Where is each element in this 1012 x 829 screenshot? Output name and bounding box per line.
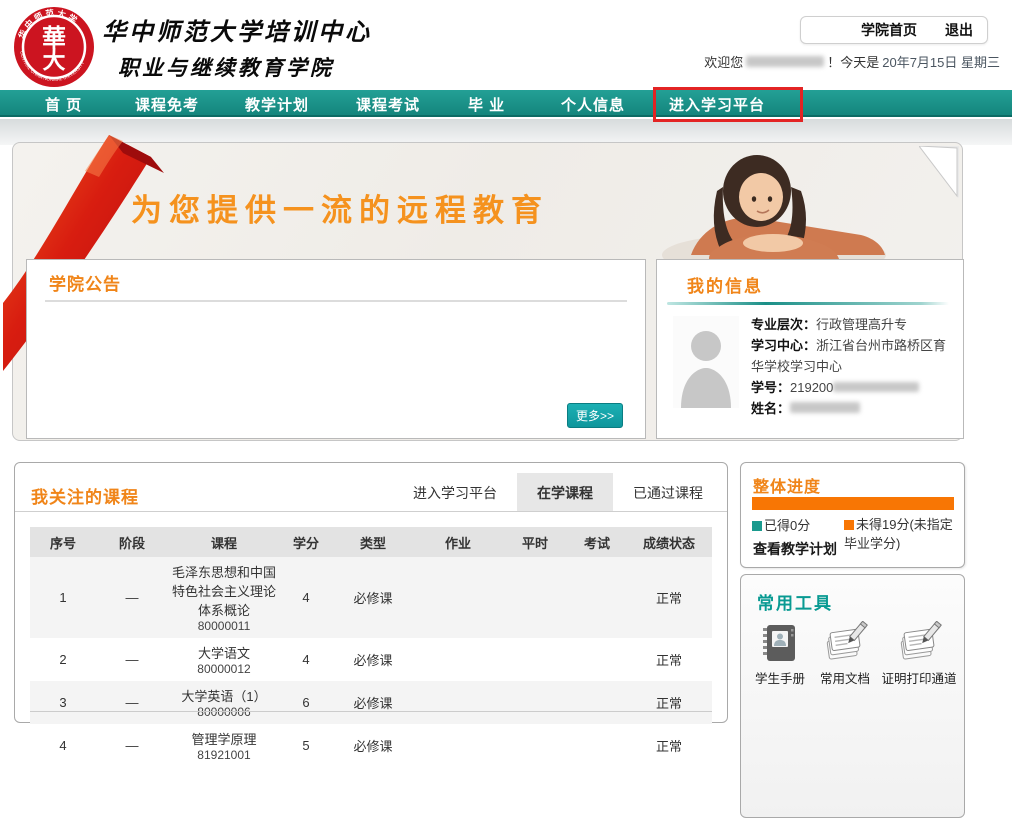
nav-item-exams[interactable]: 课程考试 [356, 94, 420, 115]
exam-cell [568, 638, 626, 681]
tool-label: 证明打印通道 [881, 668, 956, 687]
course-name: 管理学原理 [170, 729, 278, 748]
homework-cell [414, 681, 502, 724]
usual-cell [502, 638, 568, 681]
exam-cell [568, 557, 626, 638]
nav-item-teach-plan[interactable]: 教学计划 [245, 94, 309, 115]
portal-page: 華 大 华 中 师 范 大 学 CENTRAL CHINA NORMAL UNI… [0, 0, 1012, 829]
avatar-placeholder [673, 316, 739, 408]
exam-cell [568, 724, 626, 767]
my-info-panel: 我的信息 专业层次：行政管理高升专 学习中心：浙江省台州市路桥区育华学校学习中心… [656, 259, 964, 439]
tab-passed-courses[interactable]: 已通过课程 [613, 473, 723, 511]
more-button[interactable]: 更多>> [567, 403, 623, 428]
tool-certificate-print[interactable]: 证明打印通道 [877, 621, 961, 687]
status-cell: 正常 [626, 681, 712, 724]
welcome-line: 欢迎您 ！今天是 20年7月15日 星期三 [704, 52, 1000, 71]
welcome-prefix: 欢迎您 [704, 52, 743, 71]
course-name: 大学英语（1） [170, 686, 278, 705]
announcements-title: 学院公告 [49, 270, 121, 295]
course-code: 80000011 [170, 619, 278, 633]
courses-title: 我关注的课程 [31, 483, 139, 508]
table-row: 1— 毛泽东思想和中国特色社会主义理论体系概论80000011 4必修课 正常 [30, 557, 712, 638]
homework-cell [414, 638, 502, 681]
nav-item-home[interactable]: 首 页 [45, 94, 82, 115]
banner-headline: 为您提供一流的远程教育 [131, 185, 549, 230]
table-row: 2— 大学语文80000012 4必修课 正常 [30, 638, 712, 681]
my-info-title: 我的信息 [687, 272, 763, 297]
top-links-box: 学院首页 退出 [800, 16, 988, 44]
tool-common-docs[interactable]: 常用文档 [813, 621, 877, 687]
progress-panel: 整体进度 已得0分 未得19分(未指定毕业学分) 查看教学计划 [740, 462, 965, 568]
tool-student-handbook[interactable]: 学生手册 [747, 621, 813, 687]
field-student-id: 学号：219200 [751, 377, 951, 398]
logout-link[interactable]: 退出 [945, 20, 973, 40]
college-home-link[interactable]: 学院首页 [861, 20, 917, 40]
page-curl-graphic [919, 146, 959, 198]
current-date: 20年7月15日 星期三 [882, 52, 1000, 71]
tool-label: 常用文档 [820, 668, 870, 687]
field-name: 姓名： [751, 398, 951, 419]
exam-cell [568, 681, 626, 724]
courses-table: 序号阶段 课程学分 类型作业 平时考试 成绩状态 1— 毛泽东思想和中国特色社会… [30, 527, 712, 767]
status-cell: 正常 [626, 724, 712, 767]
handbook-icon [757, 621, 803, 665]
earned-swatch [752, 521, 762, 531]
course-code: 80000012 [170, 662, 278, 676]
university-logo: 華 大 华 中 师 范 大 学 CENTRAL CHINA NORMAL UNI… [13, 6, 95, 88]
redacted-username [746, 56, 824, 67]
legend-unearned: 未得19分(未指定毕业学分) [844, 515, 957, 553]
status-cell: 正常 [626, 557, 712, 638]
homework-cell [414, 724, 502, 767]
usual-cell [502, 557, 568, 638]
nav-item-learn-platform[interactable]: 进入学习平台 [669, 94, 765, 115]
tab-current-courses[interactable]: 在学课程 [517, 473, 613, 511]
tool-label: 学生手册 [755, 668, 805, 687]
table-row: 4— 管理学原理81921001 5必修课 正常 [30, 724, 712, 767]
woman-photo [661, 147, 887, 261]
field-major-level: 专业层次：行政管理高升专 [751, 314, 951, 335]
field-learning-center: 学习中心：浙江省台州市路桥区育华学校学习中心 [751, 335, 951, 377]
table-row: 3— 大学英语（1）80000006 6必修课 正常 [30, 681, 712, 724]
progress-title: 整体进度 [753, 473, 821, 497]
homework-cell [414, 557, 502, 638]
nav-item-graduation[interactable]: 毕 业 [468, 94, 505, 115]
documents-pencil-icon [822, 621, 868, 665]
usual-cell [502, 724, 568, 767]
tab-enter-platform[interactable]: 进入学习平台 [393, 473, 517, 511]
course-name: 大学语文 [170, 643, 278, 662]
view-teach-plan-link[interactable]: 查看教学计划 [753, 539, 837, 559]
welcome-mid: ！今天是 [827, 52, 879, 71]
courses-panel: 我关注的课程 进入学习平台 在学课程 已通过课程 序号阶段 课程学分 类型作业 … [14, 462, 728, 723]
table-bottom-divider [30, 711, 712, 712]
documents-pencil-icon [896, 621, 942, 665]
usual-cell [502, 681, 568, 724]
tools-panel: 常用工具 学生手册 [740, 574, 965, 818]
course-code: 80000006 [170, 705, 278, 719]
header: 華 大 华 中 师 范 大 学 CENTRAL CHINA NORMAL UNI… [0, 0, 1012, 90]
nav-item-profile[interactable]: 个人信息 [561, 94, 625, 115]
announcements-panel: 学院公告 更多>> [26, 259, 646, 439]
tools-title: 常用工具 [757, 589, 833, 614]
announcements-divider [45, 300, 627, 302]
courses-tabs: 进入学习平台 在学课程 已通过课程 [393, 473, 723, 511]
course-name: 毛泽东思想和中国特色社会主义理论体系概论 [170, 562, 278, 619]
redacted-student-id [833, 382, 919, 392]
svg-text:大: 大 [43, 47, 66, 74]
redacted-name [790, 402, 860, 413]
my-info-fields: 专业层次：行政管理高升专 学习中心：浙江省台州市路桥区育华学校学习中心 学号：2… [751, 314, 951, 419]
college-title: 职业与继续教育学院 [118, 52, 334, 82]
table-header-row: 序号阶段 课程学分 类型作业 平时考试 成绩状态 [30, 527, 712, 557]
university-title: 华中师范大学培训中心 [102, 12, 372, 47]
banner: 为您提供一流的远程教育 学院公告 更多>> 我的信息 [12, 142, 963, 441]
progress-bar [752, 497, 954, 510]
course-code: 81921001 [170, 748, 278, 762]
my-info-divider [667, 302, 949, 305]
unearned-swatch [844, 520, 854, 530]
nav-item-exemption[interactable]: 课程免考 [135, 94, 199, 115]
main-nav: 首 页 课程免考 教学计划 课程考试 毕 业 个人信息 进入学习平台 [0, 90, 1012, 117]
tabs-divider [15, 511, 727, 512]
tools-row: 学生手册 [747, 621, 961, 687]
status-cell: 正常 [626, 638, 712, 681]
